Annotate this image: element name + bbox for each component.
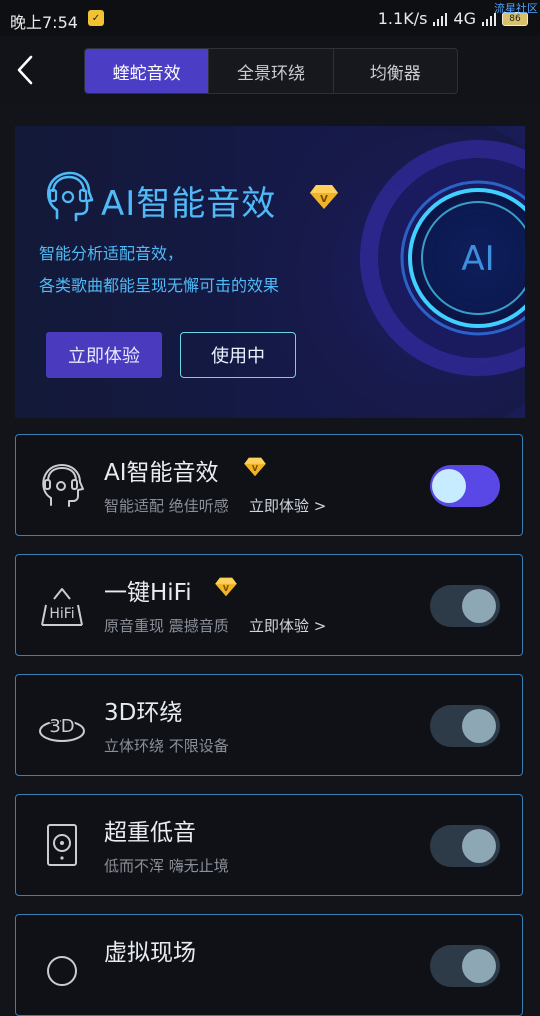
ai-head-icon <box>42 464 84 507</box>
vip-diamond-icon: V <box>244 457 266 477</box>
3d-surround-icon: 3D <box>39 715 85 742</box>
svg-text:V: V <box>320 194 328 205</box>
effect-title: 虚拟现场 <box>104 940 196 966</box>
banner-desc-line1: 智能分析适配音效， <box>39 244 184 263</box>
signal-icon <box>433 12 448 26</box>
toggle-knob <box>462 709 496 743</box>
effect-subtitle: 低而不浑 嗨无止境 <box>104 857 229 875</box>
effect-card-hifi[interactable]: HiFi 一键HiFi V 原音重现 震撼音质 立即体验 > <box>15 554 523 656</box>
try-now-button[interactable]: 立即体验 <box>46 332 162 378</box>
effect-subtitle: 原音重现 震撼音质 <box>104 617 229 635</box>
effect-card-3d[interactable]: 3D 3D环绕 立体环绕 不限设备 <box>15 674 523 776</box>
ai-head-icon <box>46 171 94 222</box>
watermark: 流星社区 <box>494 2 538 15</box>
toggle-knob <box>462 829 496 863</box>
banner-title: AI智能音效 <box>101 184 277 224</box>
bass-toggle[interactable] <box>430 825 500 867</box>
3d-surround-toggle[interactable] <box>430 705 500 747</box>
try-now-link[interactable]: 立即体验 > <box>249 615 326 636</box>
effect-subtitle: 立体环绕 不限设备 <box>104 737 229 755</box>
hifi-toggle[interactable] <box>430 585 500 627</box>
in-use-button[interactable]: 使用中 <box>180 332 296 378</box>
notification-icon: ✓ <box>88 10 104 26</box>
effect-subtitle: 智能适配 绝佳听感 <box>104 497 229 515</box>
svg-text:3D: 3D <box>49 716 74 737</box>
orb-label: AI <box>461 239 494 279</box>
status-bar: 晚上7:54 ✓ 1.1K/s 4G 86 流星社区 <box>0 0 540 36</box>
back-button[interactable] <box>10 52 40 88</box>
banner-desc-line2: 各类歌曲都能呈现无懈可击的效果 <box>39 276 280 295</box>
ai-orb-graphic: AI <box>360 140 525 376</box>
svg-text:HiFi: HiFi <box>49 606 74 622</box>
tab-equalizer[interactable]: 均衡器 <box>332 49 457 93</box>
hifi-icon: HiFi <box>41 588 83 626</box>
network-type: 4G <box>453 9 476 28</box>
vip-diamond-icon: V <box>215 577 237 597</box>
effect-tabs: 蝰蛇音效 全景环绕 均衡器 <box>84 48 458 94</box>
ai-effect-toggle[interactable] <box>430 465 500 507</box>
virtual-venue-toggle[interactable] <box>430 945 500 987</box>
effect-title: AI智能音效 <box>104 460 219 486</box>
chevron-left-icon <box>17 55 33 85</box>
subwoofer-icon <box>47 824 77 866</box>
toggle-knob <box>462 949 496 983</box>
svg-text:V: V <box>223 584 229 593</box>
effect-title: 超重低音 <box>104 820 196 846</box>
virtual-venue-icon <box>47 956 77 986</box>
status-time: 晚上7:54 <box>10 13 78 32</box>
effect-title: 3D环绕 <box>104 700 183 726</box>
effect-card-bass[interactable]: 超重低音 低而不浑 嗨无止境 <box>15 794 523 896</box>
ai-promo-banner: AI智能音效 V 智能分析适配音效， 各类歌曲都能呈现无懈可击的效果 立即体验 … <box>15 126 525 418</box>
effect-card-ai[interactable]: AI智能音效 V 智能适配 绝佳听感 立即体验 > <box>15 434 523 536</box>
tab-viper-effects[interactable]: 蝰蛇音效 <box>85 49 209 93</box>
svg-text:V: V <box>252 464 258 473</box>
network-speed: 1.1K/s <box>377 9 428 28</box>
tab-panoramic-surround[interactable]: 全景环绕 <box>208 49 332 93</box>
toggle-knob <box>432 469 466 503</box>
effect-title: 一键HiFi <box>104 580 192 606</box>
effect-card-virtual-venue[interactable]: 虚拟现场 <box>15 914 523 1016</box>
toggle-knob <box>462 589 496 623</box>
top-bar: 蝰蛇音效 全景环绕 均衡器 <box>0 36 540 104</box>
vip-diamond-icon: V <box>310 185 338 209</box>
try-now-link[interactable]: 立即体验 > <box>249 495 326 516</box>
